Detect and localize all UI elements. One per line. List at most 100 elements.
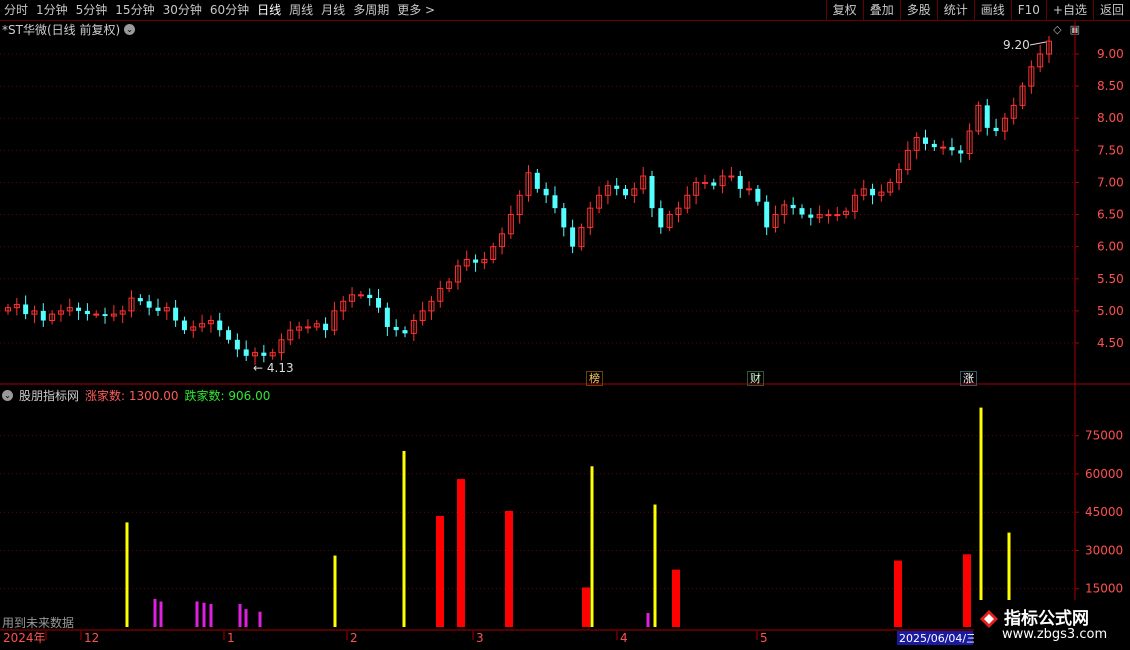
candle-body xyxy=(534,172,540,189)
indicator-bar xyxy=(402,450,406,627)
candle-body xyxy=(181,320,187,331)
tag-cai[interactable]: 财 xyxy=(747,371,764,386)
future-data-note: 用到未来数据 xyxy=(2,616,75,630)
candle-body xyxy=(658,208,664,228)
candle-body xyxy=(384,307,390,327)
candle-body xyxy=(23,304,29,315)
indicator-bar xyxy=(159,601,163,627)
candle-body xyxy=(261,352,267,356)
indicator-bar xyxy=(590,466,594,627)
chevron-down-icon[interactable]: ⌄ xyxy=(2,390,13,401)
candle-body xyxy=(552,195,558,209)
indicator-bar xyxy=(244,609,248,627)
candle-body xyxy=(226,330,232,340)
candle-body xyxy=(402,330,408,334)
indicator-bar xyxy=(209,604,213,627)
candle-body xyxy=(84,310,90,315)
candle-body xyxy=(825,214,832,217)
indicator-bar xyxy=(979,407,983,627)
candle-body xyxy=(570,227,576,247)
candle-body xyxy=(737,176,743,189)
candle-body xyxy=(728,175,735,178)
high-price-label: 9.20 xyxy=(1003,38,1030,52)
price-tick-label: 8.00 xyxy=(1097,111,1124,125)
logo-url: www.zbgs3.com xyxy=(1002,627,1108,642)
candle-body xyxy=(323,323,329,331)
candle-body xyxy=(393,326,399,331)
candle-body xyxy=(799,208,805,215)
candle-body xyxy=(561,208,567,228)
site-logo: 指标公式网 www.zbgs3.com xyxy=(974,600,1130,650)
indicator-name: 股朋指标网 xyxy=(19,389,80,403)
die-count: 跌家数: 906.00 xyxy=(184,389,271,403)
logo-text: 指标公式网 xyxy=(1004,609,1089,629)
indicator-bar xyxy=(653,504,657,627)
indicator-tick-label: 75000 xyxy=(1085,429,1123,443)
price-tick-label: 6.50 xyxy=(1097,208,1124,222)
indicator-bar xyxy=(202,602,206,627)
indicator-bar xyxy=(894,560,902,627)
candle-body xyxy=(76,307,82,311)
candle-body xyxy=(993,127,999,132)
candle-body xyxy=(614,185,620,189)
indicator-tick-label: 60000 xyxy=(1085,467,1123,481)
candle-body xyxy=(304,326,311,329)
candle-body xyxy=(234,339,240,350)
candle-body xyxy=(649,176,655,209)
price-tick-label: 4.50 xyxy=(1097,336,1124,350)
price-tick-label: 7.50 xyxy=(1097,143,1124,157)
candle-body xyxy=(376,298,382,308)
indicator-bar xyxy=(238,604,242,627)
price-tick-label: 8.50 xyxy=(1097,79,1124,93)
candle-body xyxy=(790,204,796,209)
candle-body xyxy=(764,201,770,228)
candle-body xyxy=(243,349,249,356)
candle-body xyxy=(155,307,161,311)
low-price-label: ← 4.13 xyxy=(253,361,294,375)
candle-body xyxy=(711,182,717,186)
candle-body xyxy=(543,188,549,196)
high-pointer xyxy=(1029,41,1047,46)
indicator-tick-label: 30000 xyxy=(1085,543,1123,557)
candle-body xyxy=(958,150,964,154)
candle-body xyxy=(473,259,479,263)
tag-bang[interactable]: 榜 xyxy=(586,371,603,386)
candle-body xyxy=(931,143,937,148)
month-label: 12 xyxy=(84,631,99,645)
candle-body xyxy=(746,188,753,191)
indicator-bar xyxy=(153,598,157,627)
candle-body xyxy=(949,147,955,151)
candle-body xyxy=(870,188,876,196)
month-label: 2 xyxy=(350,631,358,645)
candle-body xyxy=(102,314,108,317)
candle-body xyxy=(984,105,990,128)
candle-body xyxy=(217,320,223,331)
candle-body xyxy=(623,188,629,196)
month-label: 4 xyxy=(620,631,628,645)
indicator-tick-label: 45000 xyxy=(1085,505,1123,519)
indicator-bar xyxy=(457,479,465,627)
indicator-title: ⌄ 股朋指标网 涨家数: 1300.00 跌家数: 906.00 xyxy=(2,387,270,404)
kline-chart[interactable]: 9.00 8.50 8.00 7.50 7.00 6.50 6.00 5.50 5.00 4.50… xyxy=(0,0,1130,650)
candle-body xyxy=(940,146,947,149)
indicator-bar xyxy=(436,516,444,627)
price-tick-label: 7.00 xyxy=(1097,175,1124,189)
indicator-bar xyxy=(258,611,262,627)
zhang-count: 涨家数: 1300.00 xyxy=(85,389,179,403)
logo-mark-icon xyxy=(980,610,998,628)
indicator-bar xyxy=(505,510,513,627)
candle-body xyxy=(701,181,708,184)
price-tick-label: 5.00 xyxy=(1097,304,1124,318)
tag-zhang[interactable]: 涨 xyxy=(960,371,977,386)
candle-body xyxy=(146,301,152,308)
indicator-tick-label: 15000 xyxy=(1085,582,1123,596)
candle-body xyxy=(173,307,179,321)
indicator-bar xyxy=(646,612,650,627)
candle-body xyxy=(808,214,814,218)
indicator-bar xyxy=(125,522,129,627)
candle-body xyxy=(755,188,761,202)
candle-body xyxy=(367,294,373,299)
indicator-bar xyxy=(333,555,337,627)
candle-body xyxy=(834,214,841,217)
indicator-bar xyxy=(195,601,199,627)
